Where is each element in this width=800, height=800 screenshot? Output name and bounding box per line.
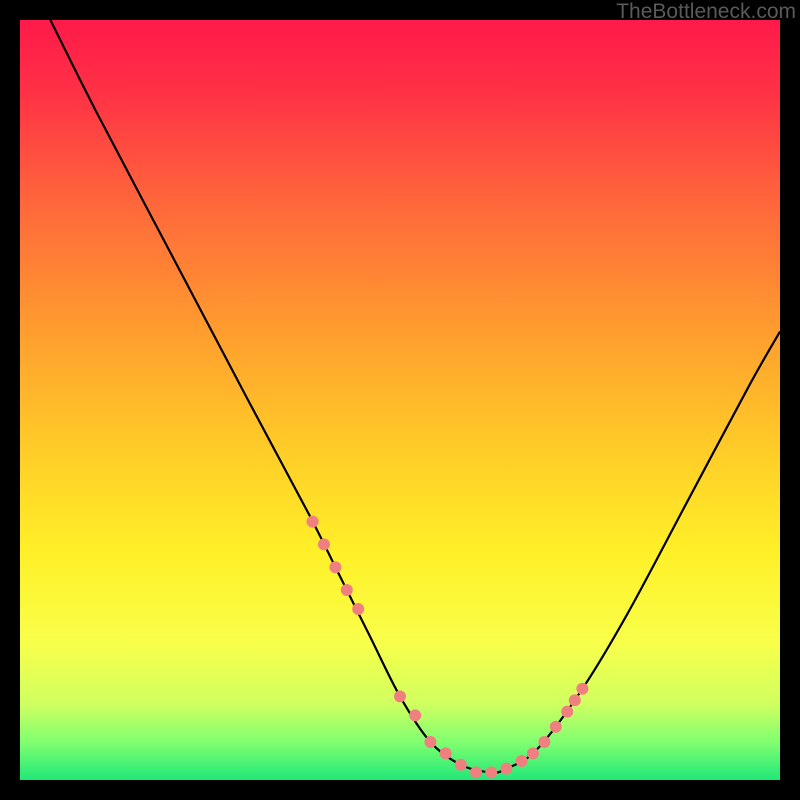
highlight-dot bbox=[569, 694, 581, 706]
highlight-dot bbox=[455, 759, 467, 771]
highlight-dot bbox=[561, 706, 573, 718]
chart-background bbox=[20, 20, 780, 780]
highlight-dot bbox=[470, 766, 482, 778]
highlight-dot bbox=[485, 766, 497, 778]
highlight-dot bbox=[516, 755, 528, 767]
highlight-dot bbox=[424, 736, 436, 748]
highlight-dot bbox=[440, 747, 452, 759]
highlight-dot bbox=[500, 763, 512, 775]
highlight-dot bbox=[576, 683, 588, 695]
highlight-dot bbox=[550, 721, 562, 733]
highlight-dot bbox=[538, 736, 550, 748]
highlight-dot bbox=[352, 603, 364, 615]
chart-svg bbox=[20, 20, 780, 780]
highlight-dot bbox=[318, 538, 330, 550]
highlight-dot bbox=[394, 690, 406, 702]
highlight-dot bbox=[307, 516, 319, 528]
highlight-dot bbox=[329, 561, 341, 573]
highlight-dot bbox=[409, 709, 421, 721]
watermark-text: TheBottleneck.com bbox=[616, 0, 796, 24]
highlight-dot bbox=[341, 584, 353, 596]
highlight-dot bbox=[527, 747, 539, 759]
bottleneck-chart bbox=[20, 20, 780, 780]
